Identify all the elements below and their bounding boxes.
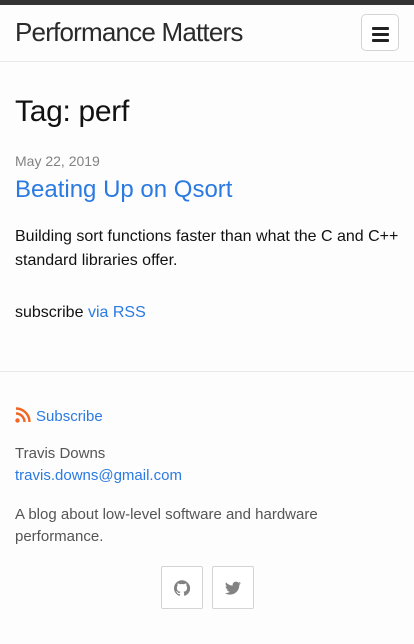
post-excerpt: Building sort functions faster than what… bbox=[15, 228, 399, 269]
rss-link[interactable]: via RSS bbox=[88, 304, 146, 321]
menu-toggle-button[interactable] bbox=[361, 14, 399, 51]
blog-description: A blog about low-level software and hard… bbox=[15, 506, 318, 545]
github-button[interactable] bbox=[161, 566, 203, 609]
hamburger-menu-icon-bar bbox=[372, 39, 389, 42]
author-name: Travis Downs bbox=[15, 445, 106, 462]
twitter-icon bbox=[225, 581, 241, 595]
post-date: May 22, 2019 bbox=[15, 153, 100, 169]
post-title-link[interactable]: Beating Up on Qsort bbox=[15, 176, 232, 204]
site-header: Performance Matters bbox=[0, 5, 414, 62]
hamburger-menu-icon-bar bbox=[372, 33, 389, 36]
github-icon bbox=[174, 579, 190, 596]
footer-subscribe-link[interactable]: Subscribe bbox=[36, 408, 103, 425]
twitter-button[interactable] bbox=[212, 566, 254, 609]
footer-divider bbox=[0, 371, 414, 372]
site-title-link[interactable]: Performance Matters bbox=[15, 17, 243, 48]
hamburger-menu-icon bbox=[372, 27, 389, 30]
author-email-link[interactable]: travis.downs@gmail.com bbox=[15, 467, 182, 484]
rss-prefix-text: subscribe bbox=[15, 304, 84, 321]
page-title: Tag: perf bbox=[15, 95, 130, 128]
rss-subscribe-line: subscribe via RSS bbox=[15, 304, 146, 322]
rss-icon bbox=[15, 407, 31, 423]
